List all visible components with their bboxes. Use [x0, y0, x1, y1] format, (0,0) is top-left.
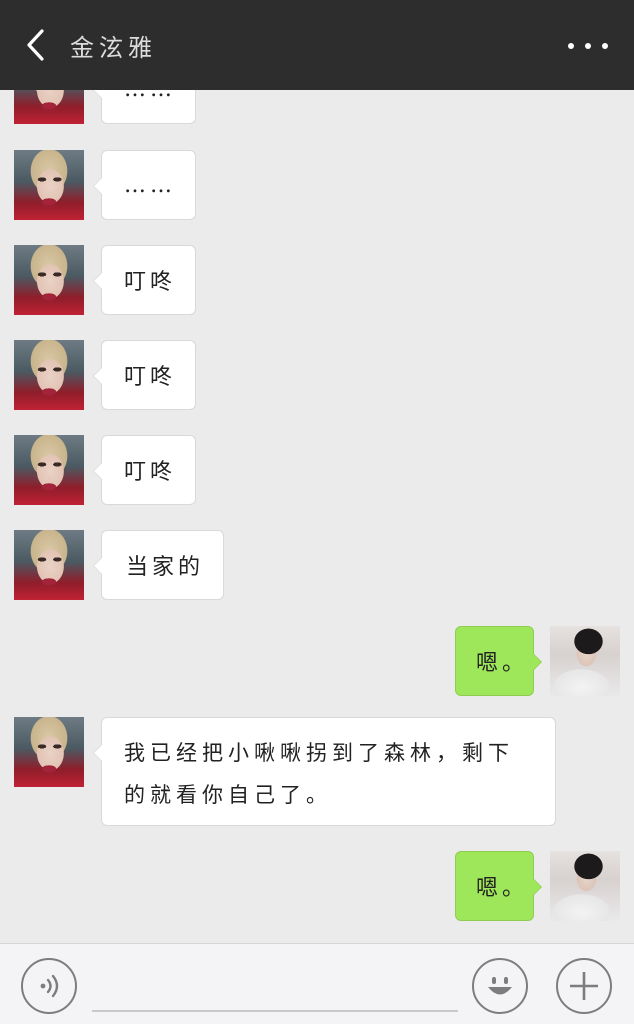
- chat-title: 金泫雅: [70, 33, 157, 62]
- more-dots-icon: [568, 43, 574, 49]
- message-bubble-sent[interactable]: 嗯。: [455, 851, 542, 921]
- contact-avatar[interactable]: [14, 435, 84, 505]
- voice-button[interactable]: [21, 958, 77, 1014]
- message-bubble-sent[interactable]: 嗯。: [455, 626, 542, 696]
- contact-avatar[interactable]: [14, 340, 84, 410]
- voice-icon: [40, 974, 59, 998]
- back-button[interactable]: [0, 0, 70, 90]
- contact-avatar[interactable]: [14, 245, 84, 315]
- emoji-button[interactable]: [472, 958, 528, 1014]
- message-input[interactable]: [92, 964, 458, 1012]
- contact-avatar[interactable]: [14, 90, 84, 124]
- message-bubble-received[interactable]: 叮咚: [93, 340, 196, 410]
- message-bubble-received[interactable]: 叮咚: [93, 435, 196, 505]
- emoji-icon: [488, 977, 512, 995]
- message-bubble-received[interactable]: ……: [93, 150, 196, 220]
- plus-button[interactable]: [556, 958, 612, 1014]
- more-button[interactable]: [568, 34, 608, 58]
- message-bubble-received[interactable]: ……: [93, 90, 196, 124]
- contact-avatar[interactable]: [14, 717, 84, 787]
- message-bubble-received[interactable]: 我已经把小啾啾拐到了森林，剩下的就看你自己了。: [93, 717, 556, 826]
- chat-header: 金泫雅: [0, 0, 634, 90]
- input-bar: [0, 943, 634, 1024]
- user-avatar[interactable]: [550, 851, 620, 921]
- user-avatar[interactable]: [550, 626, 620, 696]
- contact-avatar[interactable]: [14, 530, 84, 600]
- plus-icon: [570, 972, 598, 1000]
- message-bubble-received[interactable]: 当家的: [93, 530, 224, 600]
- chevron-left-icon: [27, 29, 44, 61]
- contact-avatar[interactable]: [14, 150, 84, 220]
- chat-message-list[interactable]: …… …… 叮咚 叮咚 叮咚 当家的 嗯。 我已经把小啾啾拐到了森林，剩下的就看…: [0, 90, 634, 943]
- message-bubble-received[interactable]: 叮咚: [93, 245, 196, 315]
